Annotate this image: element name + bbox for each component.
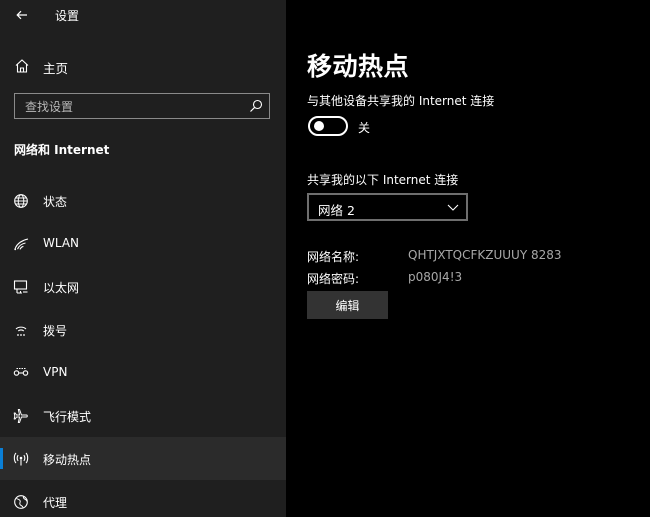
hotspot-icon (13, 451, 29, 467)
sidebar-item-label: 飞行模式 (43, 410, 92, 424)
vpn-icon (13, 365, 29, 381)
back-button[interactable] (10, 4, 34, 26)
sidebar: 设置 主页 网络和 Internet (0, 0, 286, 517)
search-icon[interactable] (248, 98, 264, 114)
chevron-down-icon (447, 202, 459, 212)
connection-select[interactable]: 网络 2 (307, 193, 468, 221)
dialup-icon (13, 322, 29, 338)
sidebar-item-label: 代理 (43, 496, 68, 510)
active-indicator (0, 448, 3, 469)
toggle-state-label: 关 (358, 121, 371, 135)
network-password-label: 网络密码: (307, 272, 360, 286)
search-box (14, 93, 270, 119)
share-internet-label: 与其他设备共享我的 Internet 连接 (307, 94, 495, 108)
sidebar-item-label: 状态 (43, 195, 68, 209)
globe-icon (13, 193, 29, 209)
network-name-value: QHTJXTQCFKZUUUY 8283 (408, 248, 562, 262)
sidebar-item-label: 以太网 (43, 281, 80, 295)
settings-window: 设置 主页 网络和 Internet (0, 0, 650, 517)
sidebar-item-label: VPN (43, 365, 68, 379)
home-icon (14, 58, 30, 74)
search-input[interactable] (23, 97, 237, 117)
sidebar-item-ethernet[interactable]: 以太网 (0, 265, 286, 308)
network-password-value: p080J4!3 (408, 270, 463, 284)
sidebar-item-label: WLAN (43, 236, 80, 250)
network-name-label: 网络名称: (307, 250, 360, 264)
nav-list: 状态 WLAN 以太网 拨号 VPN 飞行模式 移动热点 代理 (0, 179, 286, 517)
title-bar: 设置 (0, 0, 286, 30)
sidebar-item-proxy[interactable]: 代理 (0, 480, 286, 517)
main-content: 移动热点 与其他设备共享我的 Internet 连接 关 共享我的以下 Inte… (286, 0, 650, 517)
section-title: 网络和 Internet (14, 143, 110, 157)
back-arrow-icon (16, 10, 28, 20)
ethernet-icon (13, 279, 29, 295)
sidebar-item-label: 拨号 (43, 324, 68, 338)
sidebar-item-airplane-mode[interactable]: 飞行模式 (0, 394, 286, 437)
wifi-icon (13, 236, 29, 252)
share-connection-label: 共享我的以下 Internet 连接 (307, 173, 459, 187)
sidebar-item-label: 移动热点 (43, 453, 92, 467)
connection-select-value: 网络 2 (318, 203, 355, 218)
airplane-icon (13, 408, 29, 424)
app-title: 设置 (55, 9, 80, 23)
sidebar-item-home[interactable]: 主页 (0, 50, 286, 82)
sidebar-item-wlan[interactable]: WLAN (0, 222, 286, 265)
page-title: 移动热点 (307, 52, 410, 81)
sidebar-item-vpn[interactable]: VPN (0, 351, 286, 394)
sidebar-item-dialup[interactable]: 拨号 (0, 308, 286, 351)
sidebar-item-mobile-hotspot[interactable]: 移动热点 (0, 437, 286, 480)
edit-button[interactable]: 编辑 (307, 291, 388, 319)
toggle-knob (314, 121, 324, 131)
proxy-globe-icon (13, 494, 29, 510)
sidebar-item-label: 主页 (43, 61, 69, 76)
sidebar-item-status[interactable]: 状态 (0, 179, 286, 222)
hotspot-toggle[interactable] (308, 116, 348, 136)
